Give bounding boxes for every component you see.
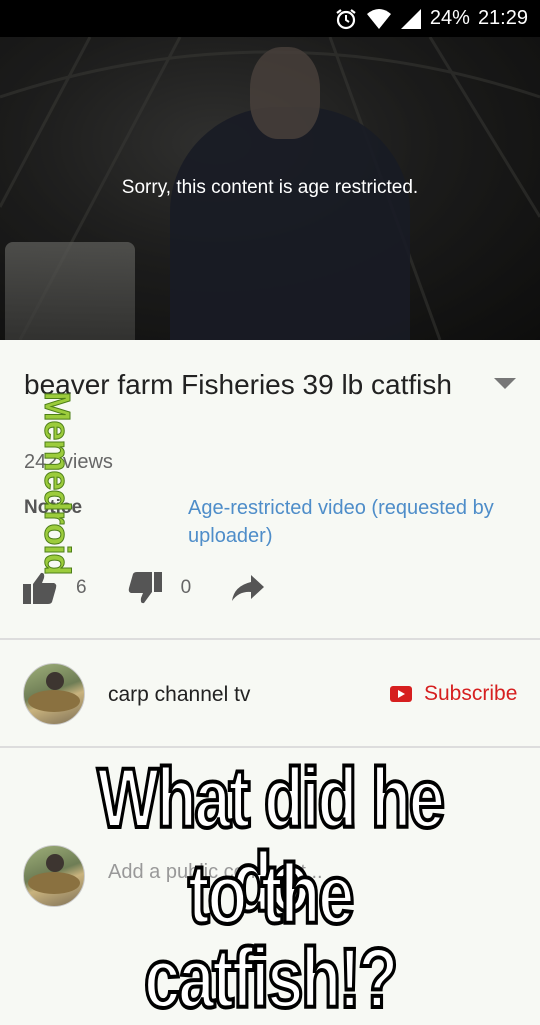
- divider: [0, 638, 540, 640]
- video-player[interactable]: Sorry, this content is age restricted.: [0, 37, 540, 340]
- age-restricted-message: Sorry, this content is age restricted.: [121, 177, 419, 198]
- notice-text: Age-restricted video (requested by uploa…: [188, 497, 494, 547]
- meme-caption-line2: to the catfish!?: [142, 847, 399, 1025]
- dislike-count: 0: [180, 577, 192, 598]
- channel-avatar[interactable]: [23, 663, 85, 725]
- expand-icon[interactable]: [494, 378, 516, 389]
- alarm-icon: [336, 8, 356, 29]
- youtube-icon: [390, 686, 412, 702]
- channel-name[interactable]: carp channel tv: [108, 683, 250, 707]
- wifi-icon: [366, 8, 391, 29]
- thumbs-down-icon[interactable]: [127, 571, 163, 605]
- divider: [0, 746, 540, 748]
- share-icon[interactable]: [231, 574, 265, 602]
- clock: 21:29: [477, 7, 528, 29]
- like-count: 6: [76, 577, 87, 598]
- memedroid-watermark: Memedroid: [37, 391, 79, 575]
- video-title: beaver farm Fisheries 39 lb catfish: [24, 369, 452, 400]
- status-bar: 24% 21:29: [0, 0, 540, 37]
- subscribe-button[interactable]: Subscribe: [390, 682, 517, 706]
- subscribe-label: Subscribe: [424, 682, 518, 705]
- battery-percent: 24%: [429, 7, 470, 29]
- signal-icon: [400, 8, 421, 29]
